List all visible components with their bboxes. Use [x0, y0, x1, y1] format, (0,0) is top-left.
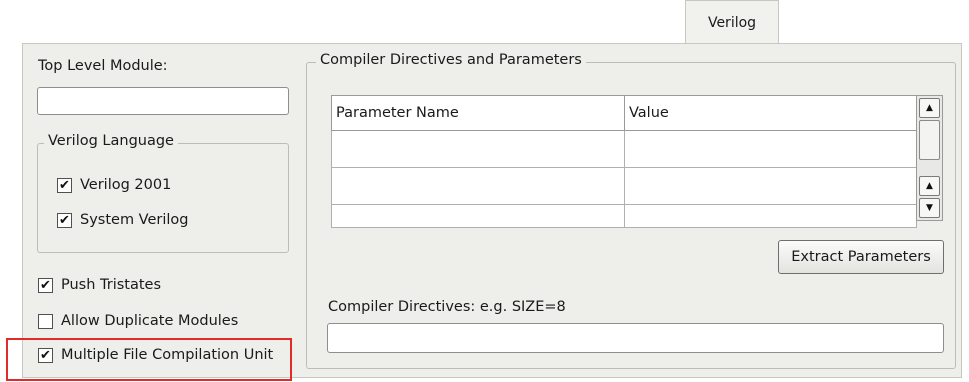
tab-verilog-label: Verilog: [707, 14, 757, 31]
allow-duplicate-modules-option[interactable]: Allow Duplicate Modules: [38, 313, 238, 329]
table-header-row: Parameter Name Value: [331, 95, 917, 131]
top-level-module-label: Top Level Module:: [38, 58, 168, 74]
extract-parameters-button[interactable]: Extract Parameters: [778, 240, 944, 274]
table-cell[interactable]: [624, 130, 917, 168]
scroll-down-icon[interactable]: ▼: [919, 198, 940, 218]
compiler-directives-label: Compiler Directives: e.g. SIZE=8: [328, 299, 566, 315]
verilog-2001-option[interactable]: ✔ Verilog 2001: [57, 177, 171, 193]
table-cell[interactable]: [624, 204, 917, 228]
table-row[interactable]: [331, 204, 917, 228]
table-row[interactable]: [331, 130, 917, 168]
allow-duplicate-modules-label: Allow Duplicate Modules: [61, 313, 239, 329]
multiple-file-compilation-unit-checkbox[interactable]: ✔: [38, 347, 53, 363]
scroll-up-icon[interactable]: ▲: [919, 176, 940, 196]
scroll-up-icon[interactable]: ▲: [919, 98, 940, 118]
top-level-module-input[interactable]: [37, 87, 289, 115]
table-cell[interactable]: [624, 167, 917, 205]
push-tristates-label: Push Tristates: [61, 277, 162, 293]
multiple-file-compilation-unit-label: Multiple File Compilation Unit: [61, 347, 274, 363]
allow-duplicate-modules-checkbox[interactable]: [38, 313, 53, 329]
verilog-language-group: [37, 143, 289, 253]
table-cell[interactable]: [331, 130, 625, 168]
system-verilog-checkbox[interactable]: ✔: [57, 212, 72, 228]
system-verilog-label: System Verilog: [80, 212, 189, 228]
compiler-directives-title: Compiler Directives and Parameters: [316, 52, 586, 68]
system-verilog-option[interactable]: ✔ System Verilog: [57, 212, 189, 228]
push-tristates-option[interactable]: ✔ Push Tristates: [38, 277, 161, 293]
push-tristates-checkbox[interactable]: ✔: [38, 277, 53, 293]
scroll-thumb[interactable]: [919, 120, 940, 160]
verilog-2001-checkbox[interactable]: ✔: [57, 177, 72, 193]
column-header-parameter-name[interactable]: Parameter Name: [331, 95, 625, 131]
parameters-table: Parameter Name Value: [331, 95, 917, 228]
multiple-file-compilation-unit-option[interactable]: ✔ Multiple File Compilation Unit: [38, 347, 273, 363]
column-header-value[interactable]: Value: [624, 95, 917, 131]
verilog-language-title: Verilog Language: [44, 133, 178, 149]
table-cell[interactable]: [331, 167, 625, 205]
table-row[interactable]: [331, 167, 917, 205]
table-scrollbar[interactable]: ▲ ▲ ▼: [916, 95, 943, 221]
verilog-2001-label: Verilog 2001: [80, 177, 172, 193]
compiler-directives-input[interactable]: [327, 323, 944, 353]
table-cell[interactable]: [331, 204, 625, 228]
tab-verilog[interactable]: Verilog: [685, 0, 779, 44]
